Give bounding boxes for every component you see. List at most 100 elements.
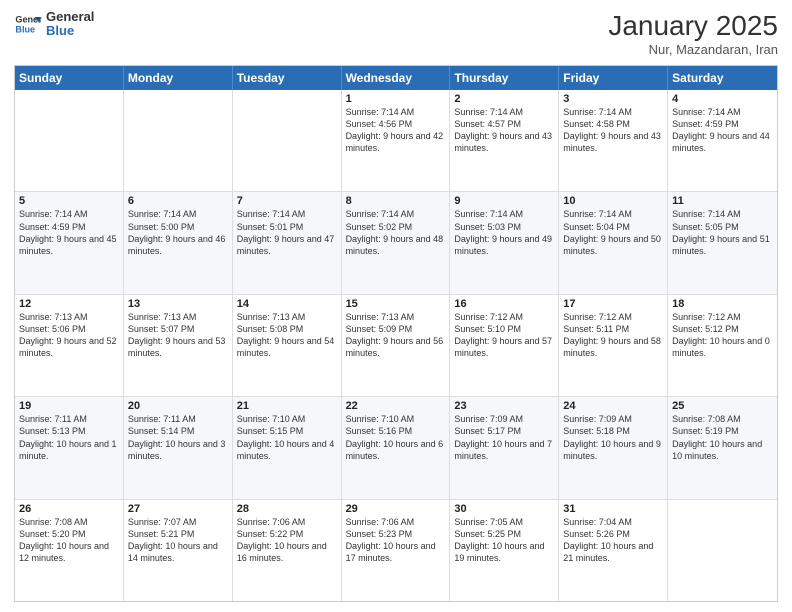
calendar-header: SundayMondayTuesdayWednesdayThursdayFrid…: [15, 66, 777, 90]
logo-icon: General Blue: [14, 10, 42, 38]
calendar-cell: 14Sunrise: 7:13 AM Sunset: 5:08 PM Dayli…: [233, 295, 342, 396]
calendar-cell: 25Sunrise: 7:08 AM Sunset: 5:19 PM Dayli…: [668, 397, 777, 498]
calendar-cell: 13Sunrise: 7:13 AM Sunset: 5:07 PM Dayli…: [124, 295, 233, 396]
cell-info: Sunrise: 7:13 AM Sunset: 5:09 PM Dayligh…: [346, 311, 446, 360]
day-number: 31: [563, 503, 663, 515]
day-number: 8: [346, 195, 446, 207]
calendar-cell: 4Sunrise: 7:14 AM Sunset: 4:59 PM Daylig…: [668, 90, 777, 191]
calendar-cell: 11Sunrise: 7:14 AM Sunset: 5:05 PM Dayli…: [668, 192, 777, 293]
calendar-cell: 1Sunrise: 7:14 AM Sunset: 4:56 PM Daylig…: [342, 90, 451, 191]
calendar-cell: 18Sunrise: 7:12 AM Sunset: 5:12 PM Dayli…: [668, 295, 777, 396]
svg-text:Blue: Blue: [15, 25, 35, 35]
header-cell-friday: Friday: [559, 66, 668, 90]
header-cell-sunday: Sunday: [15, 66, 124, 90]
calendar-cell: 9Sunrise: 7:14 AM Sunset: 5:03 PM Daylig…: [450, 192, 559, 293]
title-block: January 2025 Nur, Mazandaran, Iran: [608, 10, 778, 57]
day-number: 29: [346, 503, 446, 515]
day-number: 18: [672, 298, 773, 310]
day-number: 22: [346, 400, 446, 412]
cell-info: Sunrise: 7:14 AM Sunset: 5:03 PM Dayligh…: [454, 208, 554, 257]
day-number: 9: [454, 195, 554, 207]
cell-info: Sunrise: 7:14 AM Sunset: 5:00 PM Dayligh…: [128, 208, 228, 257]
calendar-cell: 27Sunrise: 7:07 AM Sunset: 5:21 PM Dayli…: [124, 500, 233, 601]
day-number: 30: [454, 503, 554, 515]
logo-blue: Blue: [46, 24, 94, 38]
cell-info: Sunrise: 7:12 AM Sunset: 5:10 PM Dayligh…: [454, 311, 554, 360]
calendar-cell: 8Sunrise: 7:14 AM Sunset: 5:02 PM Daylig…: [342, 192, 451, 293]
day-number: 25: [672, 400, 773, 412]
header-cell-tuesday: Tuesday: [233, 66, 342, 90]
calendar-cell: 19Sunrise: 7:11 AM Sunset: 5:13 PM Dayli…: [15, 397, 124, 498]
cell-info: Sunrise: 7:12 AM Sunset: 5:11 PM Dayligh…: [563, 311, 663, 360]
cell-info: Sunrise: 7:14 AM Sunset: 4:58 PM Dayligh…: [563, 106, 663, 155]
day-number: 28: [237, 503, 337, 515]
calendar-cell: 17Sunrise: 7:12 AM Sunset: 5:11 PM Dayli…: [559, 295, 668, 396]
cell-info: Sunrise: 7:04 AM Sunset: 5:26 PM Dayligh…: [563, 516, 663, 565]
calendar-cell: 23Sunrise: 7:09 AM Sunset: 5:17 PM Dayli…: [450, 397, 559, 498]
day-number: 10: [563, 195, 663, 207]
calendar-cell: 12Sunrise: 7:13 AM Sunset: 5:06 PM Dayli…: [15, 295, 124, 396]
calendar-row: 26Sunrise: 7:08 AM Sunset: 5:20 PM Dayli…: [15, 499, 777, 601]
cell-info: Sunrise: 7:10 AM Sunset: 5:16 PM Dayligh…: [346, 413, 446, 462]
cell-info: Sunrise: 7:07 AM Sunset: 5:21 PM Dayligh…: [128, 516, 228, 565]
calendar-row: 19Sunrise: 7:11 AM Sunset: 5:13 PM Dayli…: [15, 396, 777, 498]
calendar-title: January 2025: [608, 10, 778, 42]
cell-info: Sunrise: 7:14 AM Sunset: 4:56 PM Dayligh…: [346, 106, 446, 155]
day-number: 12: [19, 298, 119, 310]
calendar-cell: 2Sunrise: 7:14 AM Sunset: 4:57 PM Daylig…: [450, 90, 559, 191]
cell-info: Sunrise: 7:11 AM Sunset: 5:14 PM Dayligh…: [128, 413, 228, 462]
day-number: 13: [128, 298, 228, 310]
day-number: 16: [454, 298, 554, 310]
logo: General Blue General Blue: [14, 10, 94, 39]
calendar-cell: 21Sunrise: 7:10 AM Sunset: 5:15 PM Dayli…: [233, 397, 342, 498]
cell-info: Sunrise: 7:14 AM Sunset: 5:04 PM Dayligh…: [563, 208, 663, 257]
calendar-cell: 26Sunrise: 7:08 AM Sunset: 5:20 PM Dayli…: [15, 500, 124, 601]
cell-info: Sunrise: 7:09 AM Sunset: 5:17 PM Dayligh…: [454, 413, 554, 462]
cell-info: Sunrise: 7:06 AM Sunset: 5:23 PM Dayligh…: [346, 516, 446, 565]
calendar-cell: 5Sunrise: 7:14 AM Sunset: 4:59 PM Daylig…: [15, 192, 124, 293]
calendar-cell: 15Sunrise: 7:13 AM Sunset: 5:09 PM Dayli…: [342, 295, 451, 396]
header-cell-wednesday: Wednesday: [342, 66, 451, 90]
calendar: SundayMondayTuesdayWednesdayThursdayFrid…: [14, 65, 778, 602]
calendar-cell: 6Sunrise: 7:14 AM Sunset: 5:00 PM Daylig…: [124, 192, 233, 293]
cell-info: Sunrise: 7:14 AM Sunset: 4:59 PM Dayligh…: [672, 106, 773, 155]
calendar-cell: 24Sunrise: 7:09 AM Sunset: 5:18 PM Dayli…: [559, 397, 668, 498]
header-cell-monday: Monday: [124, 66, 233, 90]
calendar-cell: 28Sunrise: 7:06 AM Sunset: 5:22 PM Dayli…: [233, 500, 342, 601]
day-number: 26: [19, 503, 119, 515]
cell-info: Sunrise: 7:13 AM Sunset: 5:08 PM Dayligh…: [237, 311, 337, 360]
day-number: 19: [19, 400, 119, 412]
logo-general: General: [46, 10, 94, 24]
cell-info: Sunrise: 7:13 AM Sunset: 5:07 PM Dayligh…: [128, 311, 228, 360]
calendar-cell: 20Sunrise: 7:11 AM Sunset: 5:14 PM Dayli…: [124, 397, 233, 498]
cell-info: Sunrise: 7:14 AM Sunset: 4:57 PM Dayligh…: [454, 106, 554, 155]
day-number: 15: [346, 298, 446, 310]
day-number: 5: [19, 195, 119, 207]
calendar-cell: [668, 500, 777, 601]
calendar-row: 5Sunrise: 7:14 AM Sunset: 4:59 PM Daylig…: [15, 191, 777, 293]
page: General Blue General Blue January 2025 N…: [0, 0, 792, 612]
cell-info: Sunrise: 7:08 AM Sunset: 5:20 PM Dayligh…: [19, 516, 119, 565]
header-cell-thursday: Thursday: [450, 66, 559, 90]
calendar-cell: [124, 90, 233, 191]
day-number: 20: [128, 400, 228, 412]
calendar-cell: [15, 90, 124, 191]
day-number: 7: [237, 195, 337, 207]
cell-info: Sunrise: 7:14 AM Sunset: 5:05 PM Dayligh…: [672, 208, 773, 257]
calendar-cell: 16Sunrise: 7:12 AM Sunset: 5:10 PM Dayli…: [450, 295, 559, 396]
calendar-row: 12Sunrise: 7:13 AM Sunset: 5:06 PM Dayli…: [15, 294, 777, 396]
calendar-cell: 29Sunrise: 7:06 AM Sunset: 5:23 PM Dayli…: [342, 500, 451, 601]
cell-info: Sunrise: 7:14 AM Sunset: 4:59 PM Dayligh…: [19, 208, 119, 257]
calendar-body: 1Sunrise: 7:14 AM Sunset: 4:56 PM Daylig…: [15, 90, 777, 601]
header-cell-saturday: Saturday: [668, 66, 777, 90]
cell-info: Sunrise: 7:12 AM Sunset: 5:12 PM Dayligh…: [672, 311, 773, 360]
cell-info: Sunrise: 7:14 AM Sunset: 5:01 PM Dayligh…: [237, 208, 337, 257]
calendar-cell: 31Sunrise: 7:04 AM Sunset: 5:26 PM Dayli…: [559, 500, 668, 601]
day-number: 14: [237, 298, 337, 310]
calendar-cell: 22Sunrise: 7:10 AM Sunset: 5:16 PM Dayli…: [342, 397, 451, 498]
calendar-row: 1Sunrise: 7:14 AM Sunset: 4:56 PM Daylig…: [15, 90, 777, 191]
calendar-cell: 10Sunrise: 7:14 AM Sunset: 5:04 PM Dayli…: [559, 192, 668, 293]
cell-info: Sunrise: 7:06 AM Sunset: 5:22 PM Dayligh…: [237, 516, 337, 565]
day-number: 1: [346, 93, 446, 105]
cell-info: Sunrise: 7:14 AM Sunset: 5:02 PM Dayligh…: [346, 208, 446, 257]
